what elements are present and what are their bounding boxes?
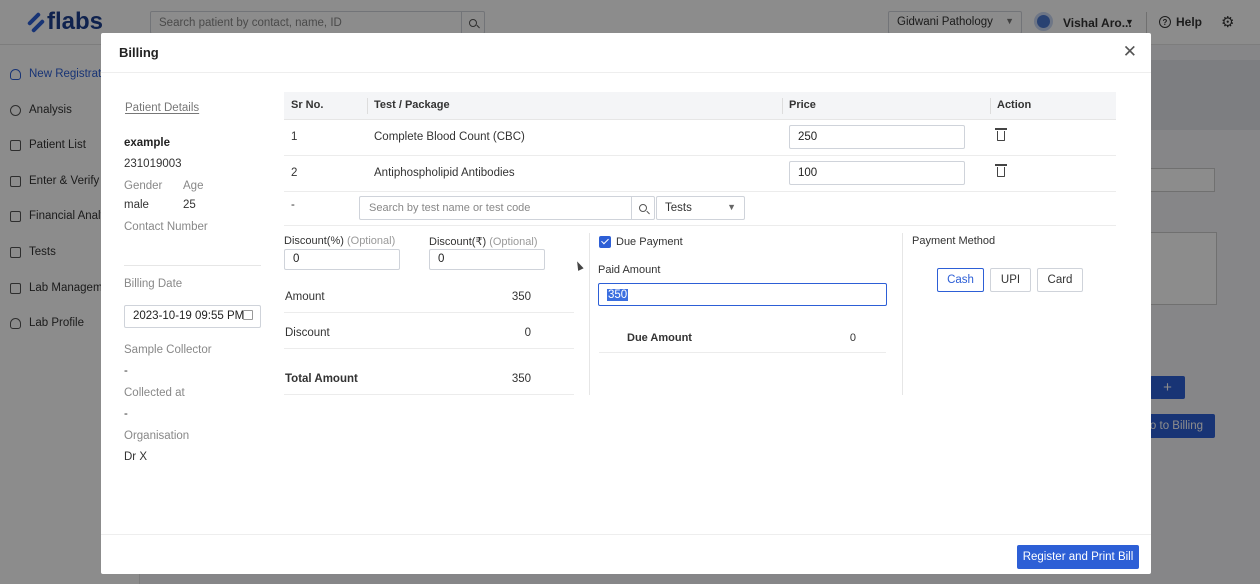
- discount-row: Discount 0: [284, 313, 574, 349]
- paid-amount-label: Paid Amount: [598, 264, 661, 276]
- price-input[interactable]: 250: [789, 125, 965, 149]
- trash-icon[interactable]: [995, 164, 1007, 177]
- discount-label: Discount: [285, 327, 330, 339]
- billing-date-input[interactable]: 2023-10-19 09:55 PM: [124, 305, 261, 328]
- paid-amount-input[interactable]: 350: [598, 283, 887, 306]
- amount-row: Amount 350: [284, 277, 574, 313]
- paid-amount-value: 350: [607, 289, 629, 301]
- test-type-select[interactable]: Tests ▼: [656, 196, 745, 220]
- collected-at-value: -: [124, 408, 128, 420]
- tests-table-header: Sr No. Test / Package Price Action: [284, 92, 1116, 120]
- billing-modal: Billing ✕ Patient Details example 231019…: [101, 33, 1151, 574]
- age-label: Age: [183, 180, 204, 192]
- column-header-action: Action: [997, 99, 1032, 111]
- discount-percent-label: Discount(%) (Optional): [284, 235, 395, 247]
- row-test-name: Antiphospholipid Antibodies: [374, 167, 515, 179]
- due-amount-row: Due Amount 0: [599, 319, 886, 353]
- discount-value: 0: [524, 327, 531, 339]
- test-type-value: Tests: [665, 202, 692, 214]
- table-row: 2 Antiphospholipid Antibodies 100: [284, 156, 1116, 192]
- test-search-placeholder: Search by test name or test code: [369, 202, 531, 214]
- amount-value: 350: [511, 291, 531, 303]
- add-test-row: - Search by test name or test code Tests…: [284, 192, 1116, 226]
- due-payment-label[interactable]: Due Payment: [616, 236, 683, 248]
- total-row: Total Amount 350: [284, 349, 574, 395]
- register-print-bill-button[interactable]: Register and Print Bill: [1017, 545, 1139, 569]
- row-sr: -: [291, 199, 295, 211]
- trash-icon[interactable]: [995, 128, 1007, 141]
- discount-rupee-label: Discount(₹) (Optional): [429, 235, 537, 248]
- mouse-cursor-icon: [573, 258, 585, 273]
- sample-collector-label: Sample Collector: [124, 344, 212, 356]
- search-icon: [639, 204, 647, 212]
- total-amount-value: 350: [511, 373, 531, 385]
- discount-percent-text: Discount(%): [284, 235, 344, 247]
- test-search-button[interactable]: [631, 197, 654, 219]
- divider: [589, 233, 590, 395]
- due-amount-label: Due Amount: [627, 332, 692, 344]
- billing-date-label: Billing Date: [124, 278, 183, 290]
- due-payment-checkbox[interactable]: [599, 236, 611, 248]
- discount-rupee-text: Discount(₹): [429, 236, 487, 248]
- organisation-label: Organisation: [124, 430, 190, 442]
- chevron-down-icon: ▼: [727, 202, 736, 212]
- sample-collector-value: -: [124, 365, 128, 377]
- modal-footer: Register and Print Bill: [101, 534, 1151, 574]
- test-search-input[interactable]: Search by test name or test code: [359, 196, 655, 220]
- billing-date-value: 2023-10-19 09:55 PM: [133, 310, 245, 322]
- calendar-icon[interactable]: [243, 310, 253, 320]
- amount-label: Amount: [285, 291, 325, 303]
- patient-id: 231019003: [124, 158, 182, 170]
- collected-at-label: Collected at: [124, 387, 185, 399]
- upi-button[interactable]: UPI: [990, 268, 1031, 292]
- due-amount-value: 0: [849, 332, 856, 344]
- contact-number-label: Contact Number: [124, 221, 208, 233]
- modal-title: Billing: [119, 45, 159, 60]
- optional-text: (Optional): [346, 235, 396, 247]
- modal-header: Billing ✕: [101, 33, 1151, 73]
- total-amount-label: Total Amount: [285, 373, 358, 385]
- patient-age: 25: [183, 199, 196, 211]
- divider: [124, 265, 261, 266]
- payment-method-label: Payment Method: [912, 235, 996, 247]
- card-button[interactable]: Card: [1037, 268, 1083, 292]
- patient-name: example: [124, 137, 171, 149]
- patient-gender: male: [124, 199, 149, 211]
- divider: [367, 98, 368, 114]
- patient-details-link[interactable]: Patient Details: [125, 102, 199, 114]
- close-icon[interactable]: ✕: [1123, 42, 1137, 62]
- discount-rupee-input[interactable]: 0: [429, 249, 545, 270]
- price-input[interactable]: 100: [789, 161, 965, 185]
- organisation-value: Dr X: [124, 451, 147, 463]
- column-header-test: Test / Package: [374, 99, 450, 111]
- row-sr: 1: [291, 131, 298, 143]
- column-header-price: Price: [789, 99, 816, 111]
- discount-percent-input[interactable]: 0: [284, 249, 400, 270]
- table-row: 1 Complete Blood Count (CBC) 250: [284, 120, 1116, 156]
- row-test-name: Complete Blood Count (CBC): [374, 131, 525, 143]
- divider: [782, 98, 783, 114]
- column-header-sr: Sr No.: [291, 99, 324, 111]
- divider: [902, 233, 903, 395]
- cash-button[interactable]: Cash: [937, 268, 984, 292]
- row-sr: 2: [291, 167, 298, 179]
- optional-text: (Optional): [489, 236, 538, 248]
- gender-label: Gender: [124, 180, 163, 192]
- divider: [990, 98, 991, 114]
